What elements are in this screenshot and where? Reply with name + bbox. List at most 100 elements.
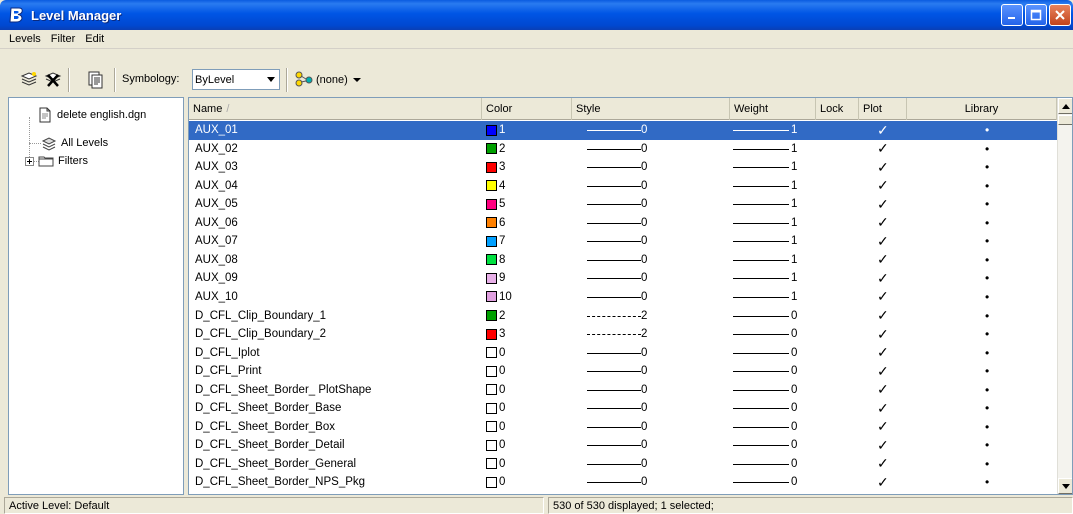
level-color-cell[interactable]: 0 <box>486 418 505 436</box>
plot-checkmark[interactable]: ✓ <box>877 251 889 269</box>
level-weight-number[interactable]: 1 <box>791 232 797 250</box>
level-weight-number[interactable]: 0 <box>791 344 797 362</box>
level-color-cell[interactable]: 8 <box>486 251 505 269</box>
level-weight-number[interactable]: 0 <box>791 399 797 417</box>
level-weight-number[interactable]: 1 <box>791 140 797 158</box>
level-color-cell[interactable]: 0 <box>486 344 505 362</box>
level-color-cell[interactable]: 5 <box>486 195 505 213</box>
filter-dropdown[interactable]: (none) <box>294 69 362 91</box>
level-color-cell[interactable]: 7 <box>486 232 505 250</box>
level-color-cell[interactable]: 3 <box>486 158 505 176</box>
level-color-cell[interactable]: 9 <box>486 269 505 287</box>
menu-edit[interactable]: Edit <box>80 33 109 45</box>
level-style-number[interactable]: 0 <box>641 177 647 195</box>
level-style-number[interactable]: 0 <box>641 362 647 380</box>
title-bar[interactable]: Level Manager <box>0 0 1073 30</box>
table-row[interactable]: AUX_02 2 0 1 ✓ • <box>189 140 1057 159</box>
level-weight-number[interactable]: 1 <box>791 214 797 232</box>
scroll-down-button[interactable] <box>1058 478 1072 494</box>
plot-checkmark[interactable]: ✓ <box>877 158 889 176</box>
plot-checkmark[interactable]: ✓ <box>877 195 889 213</box>
level-weight-number[interactable]: 0 <box>791 381 797 399</box>
level-weight-number[interactable]: 1 <box>791 177 797 195</box>
level-color-cell[interactable]: 0 <box>486 455 505 473</box>
plot-checkmark[interactable]: ✓ <box>877 232 889 250</box>
maximize-button[interactable] <box>1025 4 1047 26</box>
close-button[interactable] <box>1049 4 1071 26</box>
level-weight-number[interactable]: 1 <box>791 158 797 176</box>
table-row[interactable]: D_CFL_Print 0 0 0 ✓ • <box>189 362 1057 381</box>
table-row[interactable]: AUX_08 8 0 1 ✓ • <box>189 251 1057 270</box>
column-header-color[interactable]: Color <box>482 98 572 120</box>
level-color-cell[interactable]: 2 <box>486 140 505 158</box>
plot-checkmark[interactable]: ✓ <box>877 436 889 454</box>
table-row[interactable]: AUX_01 1 0 1 ✓ • <box>189 121 1057 140</box>
table-row[interactable]: D_CFL_Sheet_Border_NPS_Pkg 0 0 0 ✓ • <box>189 473 1057 492</box>
level-weight-number[interactable]: 0 <box>791 436 797 454</box>
level-style-number[interactable]: 0 <box>641 418 647 436</box>
level-style-number[interactable]: 0 <box>641 140 647 158</box>
level-style-number[interactable]: 0 <box>641 288 647 306</box>
delete-level-button[interactable] <box>42 69 64 91</box>
level-color-cell[interactable]: 0 <box>486 381 505 399</box>
level-color-cell[interactable]: 10 <box>486 288 512 306</box>
table-row[interactable]: AUX_05 5 0 1 ✓ • <box>189 195 1057 214</box>
level-properties-button[interactable] <box>84 69 106 91</box>
tree-item-all-levels[interactable]: All Levels <box>41 134 108 152</box>
scrollbar-thumb[interactable] <box>1058 115 1072 125</box>
plot-checkmark[interactable]: ✓ <box>877 455 889 473</box>
plot-checkmark[interactable]: ✓ <box>877 473 889 491</box>
table-row[interactable]: AUX_06 6 0 1 ✓ • <box>189 214 1057 233</box>
level-style-number[interactable]: 0 <box>641 436 647 454</box>
level-weight-number[interactable]: 0 <box>791 325 797 343</box>
table-row[interactable]: AUX_09 9 0 1 ✓ • <box>189 269 1057 288</box>
vertical-scrollbar[interactable] <box>1057 98 1072 494</box>
tree-item-filters[interactable]: Filters <box>25 152 88 170</box>
level-color-cell[interactable]: 0 <box>486 436 505 454</box>
new-level-button[interactable] <box>18 69 40 91</box>
level-color-cell[interactable]: 3 <box>486 325 505 343</box>
level-weight-number[interactable]: 1 <box>791 269 797 287</box>
level-weight-number[interactable]: 1 <box>791 251 797 269</box>
table-row[interactable]: D_CFL_Clip_Boundary_1 2 2 0 ✓ • <box>189 307 1057 326</box>
level-weight-number[interactable]: 0 <box>791 362 797 380</box>
level-weight-number[interactable]: 0 <box>791 473 797 491</box>
column-header-style[interactable]: Style <box>572 98 730 120</box>
plot-checkmark[interactable]: ✓ <box>877 269 889 287</box>
plot-checkmark[interactable]: ✓ <box>877 418 889 436</box>
level-style-number[interactable]: 0 <box>641 455 647 473</box>
table-row[interactable]: AUX_10 10 0 1 ✓ • <box>189 288 1057 307</box>
menu-filter[interactable]: Filter <box>46 33 80 45</box>
symbology-dropdown[interactable]: ByLevel <box>192 69 280 90</box>
level-style-number[interactable]: 0 <box>641 214 647 232</box>
level-style-number[interactable]: 0 <box>641 251 647 269</box>
level-style-number[interactable]: 0 <box>641 381 647 399</box>
plot-checkmark[interactable]: ✓ <box>877 214 889 232</box>
table-row[interactable]: D_CFL_Iplot 0 0 0 ✓ • <box>189 344 1057 363</box>
column-header-lock[interactable]: Lock <box>816 98 859 120</box>
column-header-name[interactable]: Name / <box>189 98 482 120</box>
plot-checkmark[interactable]: ✓ <box>877 381 889 399</box>
level-weight-number[interactable]: 1 <box>791 121 797 139</box>
table-row[interactable]: AUX_03 3 0 1 ✓ • <box>189 158 1057 177</box>
level-color-cell[interactable]: 2 <box>486 307 505 325</box>
level-style-number[interactable]: 0 <box>641 269 647 287</box>
table-row[interactable]: D_CFL_Clip_Boundary_2 3 2 0 ✓ • <box>189 325 1057 344</box>
tree-item-file[interactable]: delete english.dgn <box>37 106 146 124</box>
level-color-cell[interactable]: 0 <box>486 362 505 380</box>
level-weight-number[interactable]: 0 <box>791 455 797 473</box>
plot-checkmark[interactable]: ✓ <box>877 325 889 343</box>
column-header-library[interactable]: Library <box>907 98 1057 120</box>
level-color-cell[interactable]: 6 <box>486 214 505 232</box>
plot-checkmark[interactable]: ✓ <box>877 121 889 139</box>
level-style-number[interactable]: 0 <box>641 399 647 417</box>
minimize-button[interactable] <box>1001 4 1023 26</box>
table-row[interactable]: D_CFL_Sheet_Border_General 0 0 0 ✓ • <box>189 455 1057 474</box>
table-row[interactable]: D_CFL_Sheet_Border_ PlotShape 0 0 0 ✓ • <box>189 381 1057 400</box>
level-style-number[interactable]: 2 <box>641 325 647 343</box>
level-style-number[interactable]: 0 <box>641 121 647 139</box>
plot-checkmark[interactable]: ✓ <box>877 399 889 417</box>
column-header-weight[interactable]: Weight <box>730 98 816 120</box>
level-color-cell[interactable]: 0 <box>486 473 505 491</box>
level-weight-number[interactable]: 0 <box>791 307 797 325</box>
